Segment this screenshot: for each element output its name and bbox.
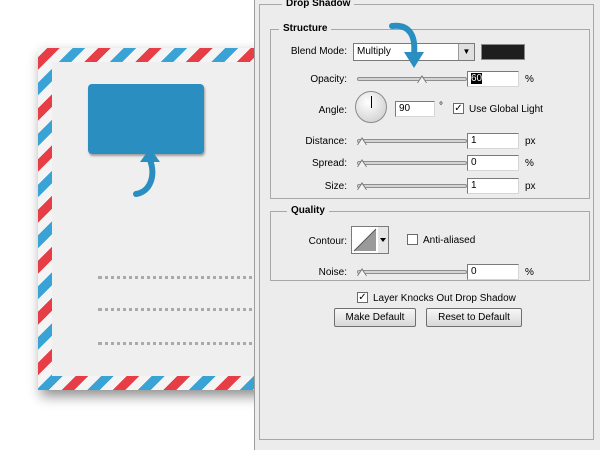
address-line <box>98 342 278 345</box>
angle-dial-hand <box>371 96 372 108</box>
angle-dial[interactable] <box>355 91 387 123</box>
size-input[interactable]: 1 <box>467 178 519 194</box>
layer-knocks-out-checkbox[interactable]: ✓ <box>357 292 368 303</box>
envelope-body <box>52 62 278 376</box>
blend-mode-label: Blend Mode: <box>290 46 347 57</box>
distance-slider[interactable] <box>357 137 467 145</box>
contour-label: Contour: <box>308 236 347 247</box>
size-label: Size: <box>324 181 347 192</box>
make-default-button[interactable]: Make Default <box>334 308 416 327</box>
spread-input[interactable]: 0 <box>467 155 519 171</box>
use-global-light-label: Use Global Light <box>469 104 543 115</box>
angle-label: Angle: <box>318 105 347 116</box>
noise-unit: % <box>525 267 534 278</box>
shadow-color-swatch[interactable] <box>481 44 525 60</box>
angle-input[interactable]: 90 <box>395 101 435 117</box>
contour-picker[interactable] <box>351 226 389 254</box>
angle-unit: ° <box>439 101 443 112</box>
quality-group: Quality Contour: Anti-aliased Noise: 0 % <box>270 205 590 281</box>
noise-slider[interactable] <box>357 268 467 276</box>
distance-input[interactable]: 1 <box>467 133 519 149</box>
curved-arrow-up-icon <box>133 148 160 197</box>
noise-input[interactable]: 0 <box>467 264 519 280</box>
quality-title: Quality <box>287 205 329 216</box>
size-unit: px <box>525 181 536 192</box>
noise-label: Noise: <box>318 267 347 278</box>
spread-label: Spread: <box>311 158 347 169</box>
check-icon: ✓ <box>454 103 463 114</box>
layer-knocks-out-label: Layer Knocks Out Drop Shadow <box>373 293 516 304</box>
use-global-light-checkbox[interactable]: ✓ <box>453 103 464 114</box>
opacity-unit: % <box>525 74 534 85</box>
address-line <box>98 308 278 311</box>
chevron-down-icon: ▼ <box>458 44 474 60</box>
check-icon: ✓ <box>358 292 367 303</box>
structure-title: Structure <box>279 23 332 34</box>
reset-to-default-button[interactable]: Reset to Default <box>426 308 522 327</box>
distance-unit: px <box>525 136 536 147</box>
curved-arrow-down-icon <box>389 22 424 68</box>
opacity-input[interactable]: 60 <box>467 71 519 87</box>
stamp-placeholder <box>88 84 204 154</box>
distance-label: Distance: <box>305 136 347 147</box>
blend-mode-value: Multiply <box>357 46 391 57</box>
opacity-label: Opacity: <box>310 74 347 85</box>
contour-linear-icon <box>353 227 388 253</box>
size-slider[interactable] <box>357 182 467 190</box>
anti-aliased-label: Anti-aliased <box>423 235 476 246</box>
spread-slider[interactable] <box>357 159 467 167</box>
address-line <box>98 276 278 279</box>
drop-shadow-title: Drop Shadow <box>282 0 355 9</box>
opacity-slider[interactable] <box>357 75 467 83</box>
spread-unit: % <box>525 158 534 169</box>
anti-aliased-checkbox[interactable] <box>407 234 418 245</box>
airmail-envelope <box>38 48 278 390</box>
